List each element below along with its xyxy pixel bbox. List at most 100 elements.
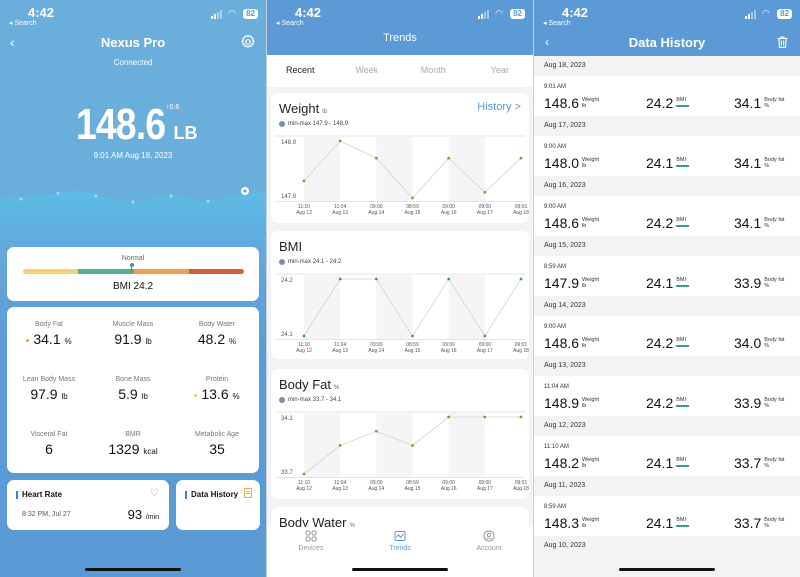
- metric-metabolic-age[interactable]: Metabolic Age 35: [175, 431, 259, 457]
- entry-weight: 148.2 Weight lb: [544, 455, 600, 471]
- data-point: [374, 156, 378, 160]
- metric-muscle-mass[interactable]: Muscle Mass 91.9 lb: [91, 321, 175, 347]
- wave-current-point-center: [243, 189, 247, 193]
- metric-label: Protein: [205, 376, 229, 383]
- bmi-category: Normal: [121, 255, 145, 262]
- metric-label: Visceral Fat: [30, 431, 68, 438]
- x-tick-date: Aug 17: [477, 486, 493, 492]
- metric-value: 91.9 lb: [114, 331, 152, 347]
- metric-label: BMR: [125, 431, 141, 438]
- data-point: [374, 429, 378, 433]
- tab-month[interactable]: Month: [400, 55, 467, 87]
- y-tick-label: 34.1: [281, 416, 293, 422]
- history-entry[interactable]: 8:59 AM 147.9 Weight lb 24.1 BMI 33.9 Bod…: [534, 256, 800, 296]
- weight-chart: 148.9147.911:10Aug 1211:04Aug 1309:00Aug…: [275, 135, 529, 216]
- metric-value: 48.2 %: [197, 331, 237, 347]
- history-entry[interactable]: 11:04 AM 148.9 Weight lb 24.2 BMI 33.9 Bo…: [534, 376, 800, 416]
- page-title: Data History: [628, 35, 706, 50]
- x-tick-date: Aug 17: [477, 210, 493, 216]
- bmi-marker: [129, 263, 134, 273]
- bmi-value: BMI 24.2: [112, 281, 154, 292]
- user-circle-icon: [483, 530, 495, 542]
- bmi-chart: 24.224.111:10Aug 1211:04Aug 1309:00Aug 1…: [275, 273, 529, 354]
- data-history-card[interactable]: Data History: [176, 480, 260, 530]
- metric-protein[interactable]: Protein 13.6 %: [175, 376, 259, 402]
- date-header: Aug 10, 2023: [534, 536, 800, 556]
- history-entry[interactable]: 11:10 AM 148.2 Weight lb 24.1 BMI 33.7 Bo…: [534, 436, 800, 476]
- history-entry[interactable]: 9:00 AM 148.0 Weight lb 24.1 BMI 34.1 Bod…: [534, 136, 800, 176]
- body-fat-trend-card[interactable]: Body Fat% min-max 33.7 - 34.1 34.1 33.7 11…: [271, 369, 529, 499]
- wave-point: [19, 197, 23, 201]
- measurement-datetime: 9:01 AM Aug 18, 2023: [93, 151, 173, 160]
- metric-body-water[interactable]: Body Water 48.2 %: [175, 321, 259, 347]
- metric-value: 6: [45, 441, 53, 457]
- tab-account[interactable]: Account: [459, 530, 519, 552]
- history-link[interactable]: History >: [477, 101, 521, 113]
- chart-band: [304, 413, 341, 477]
- weight-unit: LB: [173, 123, 198, 143]
- metric-bone-mass[interactable]: Bone Mass 5.9 lb: [91, 376, 175, 402]
- entry-body-fat: 34.0 Body fat%: [734, 335, 785, 351]
- history-entry[interactable]: 9:01 AM 148.6 Weight lb 24.2 BMI 34.1 Bod…: [534, 76, 800, 116]
- metric-bmr[interactable]: BMR 1329 kcal: [91, 431, 175, 457]
- tab-devices[interactable]: Devices: [281, 530, 341, 552]
- back-to-search-link[interactable]: ◂ Search: [276, 19, 304, 27]
- date-header: Aug 15, 2023: [534, 236, 800, 256]
- gear-icon[interactable]: [240, 34, 256, 50]
- heart-icon: ♡: [150, 488, 159, 499]
- entry-body-fat: 33.7 Body fat%: [734, 455, 785, 471]
- entry-body-fat: 33.9 Body fat%: [734, 275, 785, 291]
- data-point: [338, 277, 342, 281]
- entry-bmi: 24.1 BMI: [646, 155, 690, 171]
- metric-label: Metabolic Age: [195, 431, 239, 438]
- wave-area: [0, 190, 266, 245]
- entry-time: 9:00 AM: [544, 204, 567, 210]
- status-bar: 4:42 ◂ Search ◠ 82: [267, 0, 533, 32]
- entry-time: 11:10 AM: [544, 444, 569, 450]
- x-tick-date: Aug 12: [296, 210, 312, 216]
- x-tick-date: Aug 17: [477, 348, 493, 354]
- home-indicator: [619, 568, 715, 571]
- status-dot: [26, 338, 30, 342]
- grid-icon: [305, 530, 317, 542]
- heart-rate-card[interactable]: Heart Rate ♡ 8:32 PM, Jul 27 93 /min: [7, 480, 169, 530]
- date-header: Aug 12, 2023: [534, 416, 800, 436]
- chart-band: [376, 413, 413, 477]
- x-tick-date: Aug 12: [296, 486, 312, 492]
- entry-weight: 148.6 Weight lb: [544, 215, 600, 231]
- data-point: [338, 139, 342, 143]
- history-entry[interactable]: 9:00 AM 148.6 Weight lb 24.2 BMI 34.1 Bod…: [534, 196, 800, 236]
- bmi-segment: [78, 269, 134, 274]
- back-to-search-link[interactable]: ◂ Search: [9, 19, 37, 27]
- wifi-icon: ◠: [762, 8, 770, 18]
- tab-year[interactable]: Year: [467, 55, 534, 87]
- data-point: [302, 179, 306, 183]
- cellular-signal-icon: [745, 10, 756, 19]
- metric-lean-body-mass[interactable]: Lean Body Mass 97.9 lb: [7, 376, 91, 402]
- data-point: [447, 156, 451, 160]
- date-header: Aug 14, 2023: [534, 296, 800, 316]
- clock: 4:42: [295, 5, 322, 20]
- tab-trends[interactable]: Trends: [370, 530, 430, 552]
- nav-bar: ‹ Nexus Pro: [0, 32, 266, 56]
- metric-body-fat[interactable]: Body Fat 34.1 %: [7, 321, 91, 347]
- cellular-signal-icon: [478, 10, 489, 19]
- home-indicator: [352, 568, 448, 571]
- weight-trend-card[interactable]: Weight lb History > min-max 147.9 - 148.9…: [271, 93, 529, 223]
- entry-bmi: 24.2 BMI: [646, 335, 690, 351]
- history-entry[interactable]: 8:59 AM 148.3 Weight lb 24.1 BMI 33.7 Bod…: [534, 496, 800, 536]
- metric-visceral-fat[interactable]: Visceral Fat 6: [7, 431, 91, 457]
- data-point: [519, 156, 523, 160]
- bmi-card[interactable]: Normal BMI 24.2: [7, 247, 259, 301]
- tab-recent[interactable]: Recent: [267, 55, 334, 87]
- trends-header: 4:42 ◂ Search ◠ 82 Trends: [267, 0, 533, 55]
- date-header: Aug 18, 2023: [534, 56, 800, 76]
- back-to-search-link[interactable]: ◂ Search: [543, 19, 571, 27]
- data-history-title: Data History: [191, 490, 239, 499]
- entry-weight: 148.6 Weight lb: [544, 335, 600, 351]
- tab-week[interactable]: Week: [334, 55, 401, 87]
- trash-icon[interactable]: [777, 36, 788, 48]
- bmi-trend-card[interactable]: BMI min-max 24.1 - 24.2 24.2 24.1 11:10 Aug…: [271, 231, 529, 359]
- data-point: [519, 277, 523, 281]
- history-entry[interactable]: 9:00 AM 148.6 Weight lb 24.2 BMI 34.0 Bod…: [534, 316, 800, 356]
